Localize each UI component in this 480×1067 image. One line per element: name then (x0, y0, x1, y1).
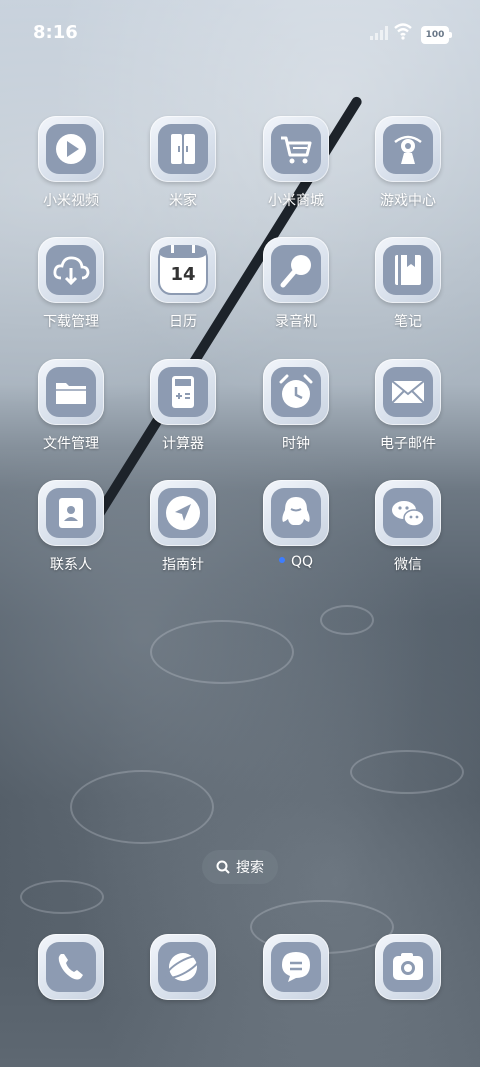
shopping-cart-icon (271, 124, 321, 174)
browser-planet-icon (158, 942, 208, 992)
app-label: QQ (246, 554, 346, 570)
qq-penguin-icon (271, 488, 321, 538)
game-center-icon (383, 124, 433, 174)
app-label: 下载管理 (43, 314, 99, 330)
app-compass[interactable]: 指南针 (133, 480, 233, 574)
microphone-icon (271, 245, 321, 295)
app-qq[interactable]: QQ (246, 480, 346, 570)
app-tile (375, 480, 441, 546)
calendar-icon: 14 (158, 245, 208, 295)
app-tile (150, 116, 216, 182)
search-icon (216, 860, 230, 874)
app-tile (263, 480, 329, 546)
ripple (350, 750, 464, 794)
app-tile (38, 359, 104, 425)
app-label: 指南针 (162, 557, 204, 573)
ripple (320, 605, 374, 635)
app-label: 文件管理 (43, 436, 99, 452)
app-tile (150, 359, 216, 425)
wifi-icon (394, 23, 412, 40)
app-label: 录音机 (275, 314, 317, 330)
app-download-manager[interactable]: 下载管理 (21, 237, 121, 331)
dock-phone[interactable] (21, 934, 121, 1000)
calculator-icon (158, 367, 208, 417)
ripple (150, 620, 294, 684)
app-calendar[interactable]: 14 日历 (133, 237, 233, 331)
app-tile (150, 480, 216, 546)
dock-browser[interactable] (133, 934, 233, 1000)
video-play-icon (46, 124, 96, 174)
app-file-manager[interactable]: 文件管理 (21, 359, 121, 453)
alarm-clock-icon (271, 367, 321, 417)
app-tile (38, 934, 104, 1000)
app-wechat[interactable]: 微信 (358, 480, 458, 574)
camera-icon (383, 942, 433, 992)
app-tile (150, 934, 216, 1000)
app-notes[interactable]: 笔记 (358, 237, 458, 331)
calendar-day: 14 (170, 263, 196, 285)
app-label: 时钟 (282, 436, 310, 452)
app-label: 电子邮件 (380, 436, 436, 452)
folder-icon (46, 367, 96, 417)
app-tile: 14 (150, 237, 216, 303)
app-tile (263, 237, 329, 303)
app-label: 米家 (169, 193, 197, 209)
ripple (20, 880, 104, 914)
app-tile (38, 480, 104, 546)
status-bar: 8:16 100 (0, 0, 480, 64)
app-label: 联系人 (50, 557, 92, 573)
app-mijia[interactable]: 米家 (133, 116, 233, 210)
app-mi-video[interactable]: 小米视频 (21, 116, 121, 210)
mijia-door-icon (158, 124, 208, 174)
new-badge-dot (278, 557, 285, 563)
app-contacts[interactable]: 联系人 (21, 480, 121, 574)
ripple (70, 770, 214, 844)
app-game-center[interactable]: 游戏中心 (358, 116, 458, 210)
phone-icon (46, 942, 96, 992)
app-tile (38, 237, 104, 303)
contacts-icon (46, 488, 96, 538)
app-tile (375, 934, 441, 1000)
message-icon (271, 942, 321, 992)
app-tile (375, 237, 441, 303)
mail-icon (383, 367, 433, 417)
notebook-icon (383, 245, 433, 295)
app-tile (375, 359, 441, 425)
cell-signal-icon (370, 26, 388, 40)
app-label-text: QQ (290, 554, 314, 570)
search-button[interactable]: 搜索 (202, 850, 278, 884)
app-tile (375, 116, 441, 182)
app-label: 日历 (169, 314, 197, 330)
battery-indicator: 100 (421, 26, 452, 44)
app-label: 小米商城 (268, 193, 324, 209)
compass-icon (158, 488, 208, 538)
app-mi-store[interactable]: 小米商城 (246, 116, 346, 210)
search-label: 搜索 (236, 860, 264, 876)
app-email[interactable]: 电子邮件 (358, 359, 458, 453)
app-label: 笔记 (394, 314, 422, 330)
dock-camera[interactable] (358, 934, 458, 1000)
app-tile (263, 359, 329, 425)
cloud-download-icon (46, 245, 96, 295)
app-label: 小米视频 (43, 193, 99, 209)
app-tile (263, 116, 329, 182)
status-time: 8:16 (33, 22, 78, 43)
app-calculator[interactable]: 计算器 (133, 359, 233, 453)
app-label: 微信 (394, 557, 422, 573)
wechat-icon (383, 488, 433, 538)
dock-messages[interactable] (246, 934, 346, 1000)
app-label: 计算器 (162, 436, 204, 452)
app-tile (38, 116, 104, 182)
app-clock[interactable]: 时钟 (246, 359, 346, 453)
app-tile (263, 934, 329, 1000)
app-label: 游戏中心 (380, 193, 436, 209)
app-recorder[interactable]: 录音机 (246, 237, 346, 331)
